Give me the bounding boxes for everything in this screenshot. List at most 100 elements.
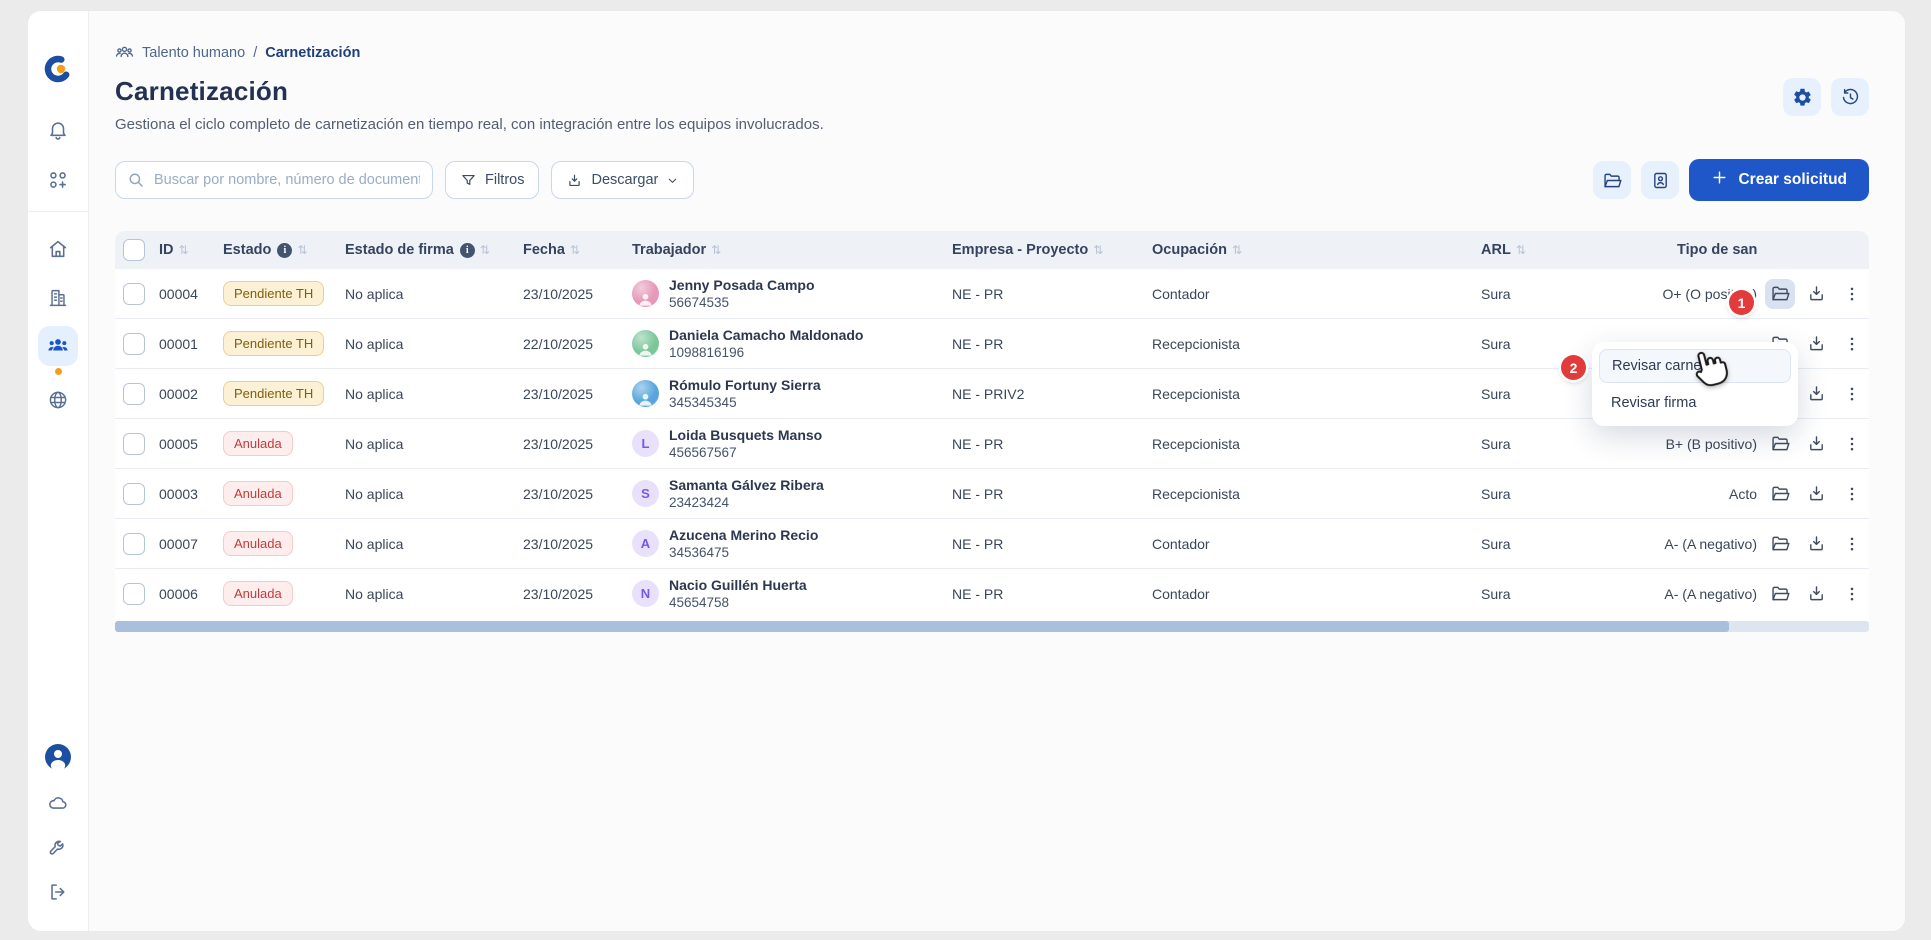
worker-document: 345345345	[669, 394, 737, 410]
row-folder-button[interactable]	[1765, 579, 1795, 609]
cell-empresa: NE - PR	[952, 285, 1004, 302]
row-download-button[interactable]	[1801, 579, 1831, 609]
scrollbar-thumb[interactable]	[115, 621, 1729, 632]
cell-fecha: 23/10/2025	[523, 435, 594, 452]
worker-name[interactable]: Azucena Merino Recio	[669, 527, 818, 544]
status-badge: Anulada	[223, 581, 293, 606]
worker-document: 45654758	[669, 594, 730, 610]
row-download-button[interactable]	[1801, 329, 1831, 359]
cell-empresa: NE - PR	[952, 585, 1004, 602]
cell-id: 00005	[159, 435, 198, 452]
row-checkbox[interactable]	[123, 282, 145, 305]
worker-document: 34536475	[669, 544, 730, 560]
carnet-gallery-button[interactable]	[1641, 161, 1680, 199]
cell-firma: No aplica	[345, 285, 404, 302]
worker-name[interactable]: Samanta Gálvez Ribera	[669, 477, 824, 494]
sort-icon[interactable]	[297, 242, 307, 258]
sort-icon[interactable]	[480, 242, 490, 258]
apps-plus-icon[interactable]	[47, 169, 69, 191]
table-row[interactable]: 00006 Anulada No aplica 23/10/2025 N Nacio Gu…	[115, 568, 1869, 618]
row-menu-button[interactable]	[1837, 579, 1867, 609]
row-checkbox[interactable]	[123, 382, 145, 405]
info-icon[interactable]	[459, 242, 475, 258]
avatar: A	[632, 530, 659, 557]
cell-firma: No aplica	[345, 585, 404, 602]
globe-icon[interactable]	[47, 389, 69, 411]
row-folder-button[interactable]	[1765, 429, 1795, 459]
cell-id: 00003	[159, 485, 198, 502]
table-body: 00004 Pendiente TH No aplica 23/10/2025 Jenn…	[115, 269, 1869, 618]
row-checkbox[interactable]	[123, 582, 145, 605]
row-menu-button[interactable]	[1837, 529, 1867, 559]
avatar	[632, 280, 659, 307]
worker-name[interactable]: Loida Busquets Manso	[669, 427, 822, 444]
sort-icon[interactable]	[1232, 242, 1242, 258]
row-checkbox[interactable]	[123, 482, 145, 505]
table-row[interactable]: 00003 Anulada No aplica 23/10/2025 S Samanta …	[115, 468, 1869, 518]
row-menu-button[interactable]	[1837, 329, 1867, 359]
sort-icon[interactable]	[711, 242, 721, 258]
settings-button[interactable]	[1783, 78, 1821, 116]
row-checkbox[interactable]	[123, 432, 145, 455]
row-menu-button[interactable]	[1837, 429, 1867, 459]
logout-icon[interactable]	[47, 881, 69, 903]
notifications-bell-icon[interactable]	[47, 119, 69, 141]
people-icon	[47, 335, 69, 357]
avatar	[632, 380, 659, 407]
table-row[interactable]: 00004 Pendiente TH No aplica 23/10/2025 Jenn…	[115, 269, 1869, 318]
cell-firma: No aplica	[345, 385, 404, 402]
create-request-button[interactable]: Crear solicitud	[1689, 159, 1869, 201]
worker-name[interactable]: Jenny Posada Campo	[669, 277, 815, 294]
cell-ocupacion: Recepcionista	[1152, 485, 1240, 502]
row-menu-button[interactable]	[1837, 279, 1867, 309]
search-input[interactable]	[115, 161, 433, 199]
worker-document: 23423424	[669, 494, 730, 510]
cloud-icon[interactable]	[47, 792, 69, 814]
sort-icon[interactable]	[570, 242, 580, 258]
row-folder-button[interactable]	[1765, 479, 1795, 509]
avatar	[632, 330, 659, 357]
row-download-button[interactable]	[1801, 429, 1831, 459]
wrench-icon[interactable]	[47, 836, 69, 858]
cell-id: 00007	[159, 535, 198, 552]
open-folder-button[interactable]	[1593, 161, 1632, 199]
row-menu-button[interactable]	[1837, 479, 1867, 509]
cell-firma: No aplica	[345, 335, 404, 352]
user-avatar[interactable]	[44, 743, 72, 771]
row-folder-button[interactable]	[1765, 529, 1795, 559]
cell-ocupacion: Contador	[1152, 535, 1210, 552]
sort-icon[interactable]	[179, 242, 189, 258]
table-row[interactable]: 00007 Anulada No aplica 23/10/2025 A Azucena …	[115, 518, 1869, 568]
breadcrumb-section[interactable]: Talento humano	[142, 45, 245, 61]
app-logo[interactable]	[44, 55, 72, 83]
table-header-row: ID Estado Estado de firma Fecha Trabajad…	[115, 231, 1869, 269]
cell-fecha: 23/10/2025	[523, 585, 594, 602]
row-download-button[interactable]	[1801, 279, 1831, 309]
worker-name[interactable]: Rómulo Fortuny Sierra	[669, 377, 821, 394]
sidebar-item-talento-humano[interactable]	[38, 326, 78, 366]
row-menu-button[interactable]	[1837, 379, 1867, 409]
cell-firma: No aplica	[345, 435, 404, 452]
select-all-checkbox[interactable]	[123, 239, 145, 261]
download-button[interactable]: Descargar	[551, 161, 695, 199]
history-button[interactable]	[1831, 78, 1869, 116]
sort-icon[interactable]	[1516, 242, 1526, 258]
filters-button[interactable]: Filtros	[445, 161, 540, 199]
row-folder-button[interactable]	[1765, 278, 1795, 309]
worker-name[interactable]: Nacio Guillén Huerta	[669, 577, 807, 594]
row-download-button[interactable]	[1801, 379, 1831, 409]
info-icon[interactable]	[277, 242, 293, 258]
row-checkbox[interactable]	[123, 332, 145, 355]
people-icon	[115, 43, 134, 62]
gear-icon	[1792, 87, 1813, 108]
cell-arl: Sura	[1481, 485, 1511, 502]
breadcrumb-current[interactable]: Carnetización	[265, 45, 360, 61]
row-checkbox[interactable]	[123, 532, 145, 555]
cell-fecha: 23/10/2025	[523, 385, 594, 402]
sort-icon[interactable]	[1093, 242, 1103, 258]
row-download-button[interactable]	[1801, 479, 1831, 509]
row-download-button[interactable]	[1801, 529, 1831, 559]
home-icon[interactable]	[47, 238, 69, 260]
worker-name[interactable]: Daniela Camacho Maldonado	[669, 327, 863, 344]
building-icon[interactable]	[47, 287, 69, 309]
